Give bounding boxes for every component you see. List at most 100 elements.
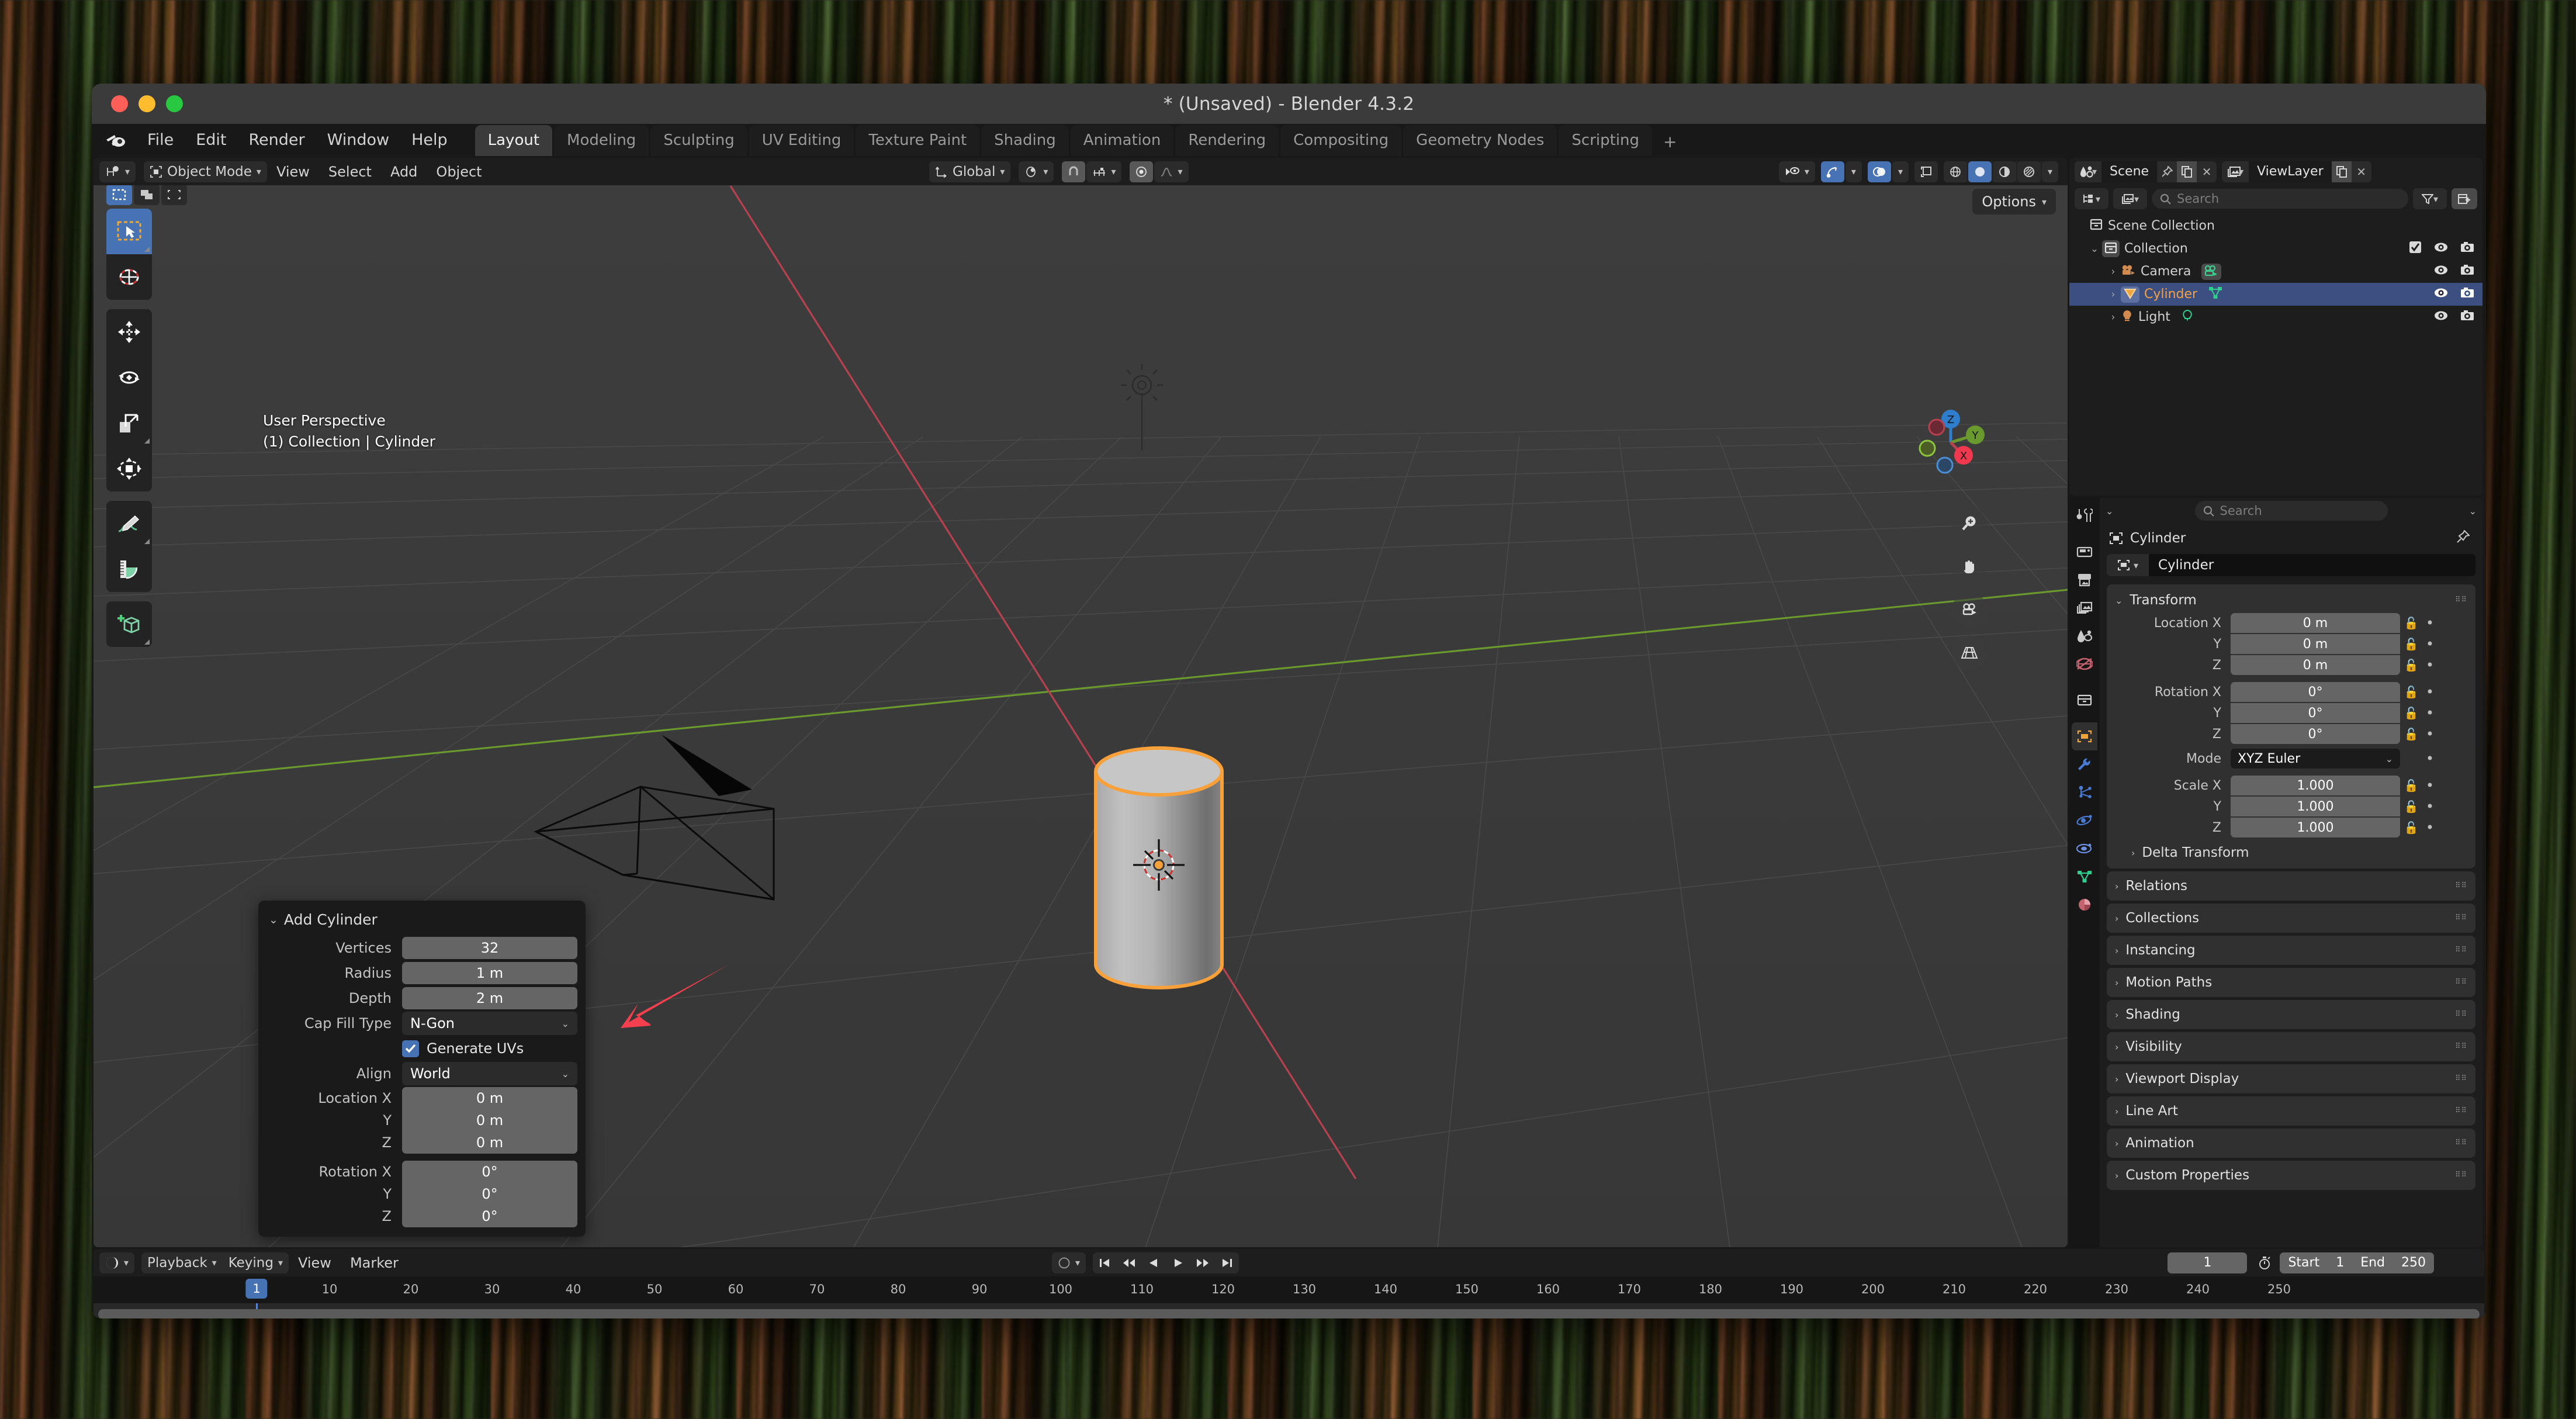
animate-location-y-icon[interactable]: • [2422,636,2437,652]
outliner-display-mode-button[interactable]: ▾ [2075,188,2108,209]
tool-annotate[interactable] [106,501,152,546]
pin-icon[interactable] [2457,529,2471,546]
properties-tab-physics[interactable] [2072,807,2097,835]
tool-rotate[interactable] [106,355,152,400]
prop-rotation-z-input[interactable]: 0° [2231,724,2400,744]
proportional-editing-toggle[interactable] [1130,161,1154,182]
select-tweak-icon[interactable] [134,185,160,205]
menu-render[interactable]: Render [237,127,316,153]
unlink-scene-icon[interactable]: ✕ [2197,161,2217,182]
add-workspace-button[interactable]: + [1654,127,1686,156]
show-overlays-toggle[interactable] [1867,161,1891,182]
shading-material-preview-button[interactable] [1992,161,2016,182]
xray-toggle[interactable] [1914,161,1938,182]
timeline-editor-type-button[interactable]: ▾ [99,1252,135,1273]
pan-view-icon[interactable] [1952,549,1987,584]
menu-file[interactable]: File [136,127,185,153]
lock-location-x-icon[interactable]: 🔓 [2400,616,2422,630]
viewport-menu-select[interactable]: Select [319,164,381,180]
play-reverse-button[interactable] [1142,1252,1166,1273]
viewport-menu-object[interactable]: Object [427,164,491,180]
properties-tab-collection[interactable] [2072,686,2097,714]
align-dropdown[interactable]: World ⌄ [402,1062,577,1085]
zoom-view-icon[interactable] [1952,506,1987,541]
viewport-3d-canvas[interactable]: User Perspective (1) Collection | Cylind… [94,185,2068,1247]
tool-add-cube[interactable] [106,601,152,647]
rotation-y-input[interactable]: 0° [402,1183,577,1205]
auto-keying-icon[interactable] [2253,1252,2276,1273]
select-box-icon[interactable] [106,185,132,205]
location-y-input[interactable]: 0 m [402,1109,577,1131]
properties-tab-material[interactable] [2072,891,2097,919]
panel-custom-properties[interactable]: › Custom Properties ⠿⠿ [2107,1161,2475,1190]
animate-rotation-z-icon[interactable]: • [2422,726,2437,742]
workspace-tab-compositing[interactable]: Compositing [1280,125,1402,156]
properties-tab-constraints[interactable] [2072,835,2097,863]
panel-shading[interactable]: › Shading ⠿⠿ [2107,1000,2475,1029]
properties-options-chevron-icon[interactable]: ⌄ [2469,506,2477,517]
timeline-scrollbar[interactable] [94,1309,2484,1318]
animate-location-z-icon[interactable]: • [2422,657,2437,673]
tool-tweak-select[interactable] [106,209,152,254]
cap-fill-type-dropdown[interactable]: N-Gon ⌄ [402,1012,577,1035]
lock-rotation-x-icon[interactable]: 🔓 [2400,685,2422,699]
shading-rendered-button[interactable] [2017,161,2041,182]
outliner-search-input[interactable]: Search [2152,189,2408,209]
subpanel-delta-transform[interactable]: › Delta Transform [2107,838,2475,863]
transform-orientation-selector[interactable]: Global ▾ [929,161,1011,182]
rotation-z-input[interactable]: 0° [402,1205,577,1227]
workspace-tab-animation[interactable]: Animation [1070,125,1174,156]
play-button[interactable] [1166,1252,1190,1273]
overlay-settings-button[interactable]: ▾ [1892,161,1909,182]
properties-tab-object[interactable] [2072,722,2097,750]
prop-scale-z-input[interactable]: 1.000 [2231,818,2400,837]
panel-motion-paths[interactable]: › Motion Paths ⠿⠿ [2107,968,2475,997]
start-frame-value[interactable]: 1 [2328,1255,2352,1270]
shading-settings-button[interactable]: ▾ [2041,161,2058,182]
unlink-viewlayer-icon[interactable]: ✕ [2352,161,2371,182]
properties-tab-particles[interactable] [2072,778,2097,807]
panel-animation[interactable]: › Animation ⠿⠿ [2107,1129,2475,1158]
tool-scale[interactable] [106,400,152,446]
properties-tab-world[interactable] [2072,650,2097,678]
prop-rotation-mode-dropdown[interactable]: XYZ Euler ⌄ [2231,749,2400,769]
transform-pivot-button[interactable]: ▾ [1019,161,1054,182]
timeline-menu-marker[interactable]: Marker [341,1255,408,1271]
disclosure-triangle-icon[interactable]: ⌄ [2087,243,2102,255]
viewport-menu-view[interactable]: View [267,164,319,180]
properties-tab-data[interactable] [2072,863,2097,891]
viewport-menu-add[interactable]: Add [381,164,427,180]
panel-relations[interactable]: › Relations ⠿⠿ [2107,871,2475,901]
prop-location-z-input[interactable]: 0 m [2231,655,2400,675]
tool-cursor[interactable] [106,254,152,300]
viewlayer-name[interactable]: ViewLayer [2249,161,2332,182]
prop-location-x-input[interactable]: 0 m [2231,613,2400,633]
workspace-tab-uv-editing[interactable]: UV Editing [749,125,854,156]
scene-name[interactable]: Scene [2101,161,2158,182]
panel-visibility[interactable]: › Visibility ⠿⠿ [2107,1032,2475,1061]
hide-in-viewport-icon[interactable] [2433,241,2449,256]
menu-edit[interactable]: Edit [185,127,237,153]
jump-next-keyframe-button[interactable] [1191,1252,1215,1273]
outliner-row-collection[interactable]: ⌄ Collection [2069,237,2482,260]
properties-tab-scene[interactable] [2072,622,2097,650]
properties-tab-tool[interactable] [2072,501,2097,529]
location-z-input[interactable]: 0 m [402,1131,577,1154]
jump-to-start-button[interactable] [1093,1252,1117,1273]
disable-in-renders-icon[interactable] [2460,241,2474,257]
animate-scale-y-icon[interactable]: • [2422,798,2437,815]
current-frame-input[interactable]: 1 [2168,1252,2248,1273]
animate-scale-x-icon[interactable]: • [2422,777,2437,794]
operator-panel-header[interactable]: ⌄ Add Cylinder [266,906,577,936]
workspace-tab-shading[interactable]: Shading [981,125,1069,156]
lock-scale-z-icon[interactable]: 🔓 [2400,821,2422,835]
disclosure-triangle-icon[interactable]: › [2106,312,2121,323]
outliner-row-cylinder[interactable]: › Cylinder [2069,283,2482,306]
prop-rotation-y-input[interactable]: 0° [2231,703,2400,723]
animate-location-x-icon[interactable]: • [2422,615,2437,631]
timeline-menu-view[interactable]: View [289,1255,341,1271]
panel-line-art[interactable]: › Line Art ⠿⠿ [2107,1096,2475,1126]
object-id-type-button[interactable]: ▾ [2107,554,2149,576]
lock-scale-x-icon[interactable]: 🔓 [2400,778,2422,792]
animate-scale-z-icon[interactable]: • [2422,819,2437,836]
